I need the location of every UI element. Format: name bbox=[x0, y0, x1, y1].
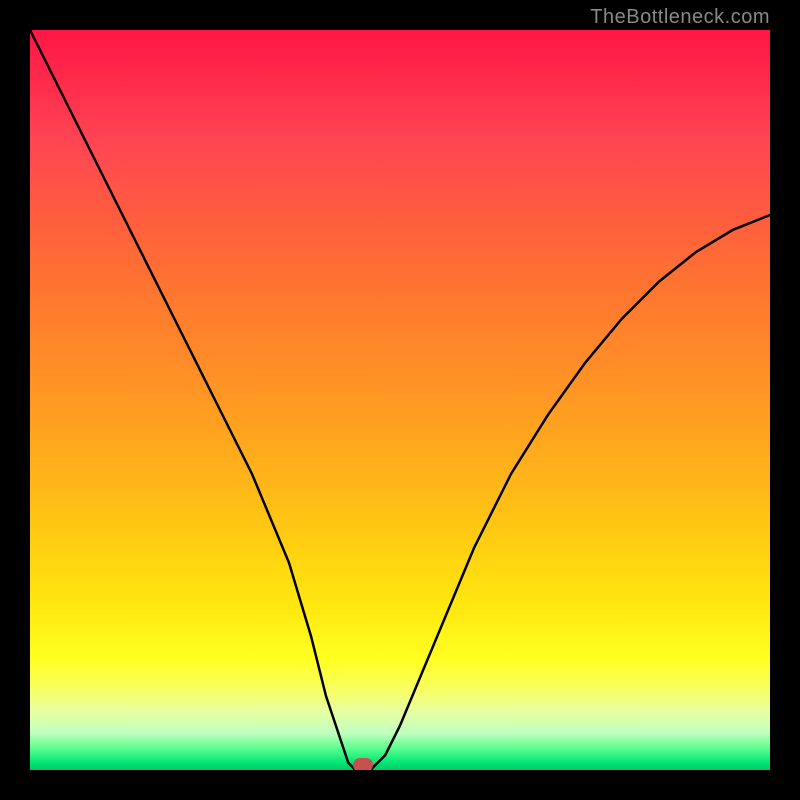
bottleneck-curve-svg bbox=[30, 30, 770, 770]
watermark-text: TheBottleneck.com bbox=[590, 6, 770, 29]
bottleneck-curve-path bbox=[30, 30, 770, 770]
optimal-point-marker bbox=[353, 758, 373, 770]
chart-plot-area bbox=[30, 30, 770, 770]
